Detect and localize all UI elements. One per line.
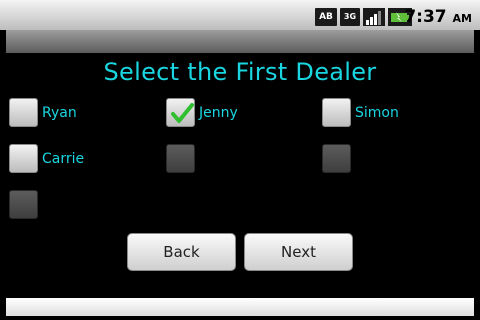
checkbox-simon[interactable] (322, 98, 351, 127)
checkbox-ryan[interactable] (9, 98, 38, 127)
clock-time: 7:37 (404, 7, 447, 27)
bottom-bar (6, 298, 474, 316)
page-title: Select the First Dealer (103, 58, 377, 86)
checkbox-label-ryan: Ryan (42, 105, 77, 121)
checkmark-icon (171, 103, 194, 123)
network-3g-icon: 3G (340, 8, 360, 26)
signal-icon (363, 8, 385, 26)
title-bar (6, 30, 474, 53)
next-button[interactable]: Next (244, 233, 353, 271)
checkbox-label-simon: Simon (355, 105, 399, 121)
clock: 7:37 AM (404, 7, 472, 27)
checkbox-jenny[interactable] (166, 98, 195, 127)
clock-ampm: AM (452, 12, 472, 25)
status-bar: AB 3G 7:37 AM (0, 0, 480, 30)
checkbox-label-carrie: Carrie (42, 151, 85, 167)
checkbox-empty-slot (9, 190, 38, 219)
checkbox-label-jenny: Jenny (199, 105, 238, 121)
checkbox-carrie[interactable] (9, 144, 38, 173)
checkbox-empty-slot (166, 144, 195, 173)
checkbox-empty-slot (322, 144, 351, 173)
back-button[interactable]: Back (127, 233, 236, 271)
keyboard-ab-icon: AB (315, 8, 337, 26)
